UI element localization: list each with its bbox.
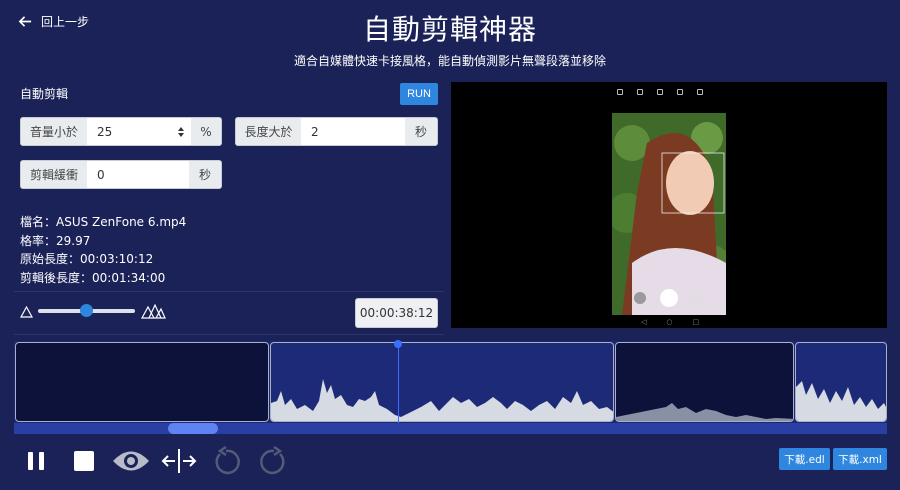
waveform xyxy=(16,343,269,422)
triangles-large-icon xyxy=(141,303,166,319)
split-button[interactable] xyxy=(160,446,198,476)
run-button[interactable]: RUN xyxy=(400,83,438,105)
page-title: 自動剪輯神器 xyxy=(362,13,537,46)
length-unit: 秒 xyxy=(405,118,437,145)
clip-kept[interactable] xyxy=(270,342,614,422)
scrollbar-thumb[interactable] xyxy=(167,423,218,434)
volume-unit: % xyxy=(191,118,221,145)
volume-field: 音量小於 25 % xyxy=(20,117,222,146)
triangle-small-icon xyxy=(20,306,33,318)
spinner-icon[interactable] xyxy=(177,125,185,139)
buffer-field: 剪輯緩衝 0 秒 xyxy=(20,160,222,189)
original-length: 原始長度：00:03:10:12 xyxy=(20,252,154,266)
redo-icon xyxy=(260,446,285,475)
nav-home-icon: ○ xyxy=(666,318,673,326)
framerate: 格率：29.97 xyxy=(20,233,91,248)
beauty-icon xyxy=(697,89,703,95)
video-preview[interactable]: ◁ ○ □ xyxy=(451,82,887,328)
timeline-scrollbar[interactable] xyxy=(14,423,887,434)
buffer-unit: 秒 xyxy=(189,161,221,188)
pause-button[interactable] xyxy=(22,446,50,476)
timecode-display: 00:00:38:12 xyxy=(355,298,438,328)
undo-icon xyxy=(215,446,240,475)
buffer-label: 剪輯緩衝 xyxy=(21,161,87,188)
split-arrows-icon xyxy=(161,449,197,473)
download-edl-button[interactable]: 下載.edl xyxy=(779,448,830,470)
undo-button[interactable] xyxy=(210,446,242,476)
pause-icon xyxy=(28,452,44,470)
length-value: 2 xyxy=(311,124,319,139)
waveform xyxy=(271,379,613,421)
sensitivity-slider[interactable] xyxy=(38,304,135,317)
divider xyxy=(14,291,444,292)
waveform xyxy=(796,381,886,421)
eye-icon xyxy=(113,451,149,471)
divider xyxy=(14,334,444,335)
volume-value: 25 xyxy=(97,124,113,139)
filter-icon xyxy=(657,89,663,95)
volume-label: 音量小於 xyxy=(21,118,87,145)
video-frame xyxy=(612,113,726,315)
camera-mode-icon xyxy=(617,89,623,95)
flash-icon xyxy=(677,89,683,95)
filename: 檔名：ASUS ZenFone 6.mp4 xyxy=(20,215,187,229)
camera-toolbar xyxy=(617,89,703,95)
stop-icon xyxy=(74,451,94,471)
length-field: 長度大於 2 秒 xyxy=(235,117,438,146)
buffer-input[interactable]: 0 xyxy=(87,161,189,188)
stop-button[interactable] xyxy=(70,446,98,476)
clip-removed[interactable] xyxy=(615,342,794,422)
file-info: 檔名：ASUS ZenFone 6.mp4 格率：29.97 原始長度：00:0… xyxy=(20,213,186,287)
buffer-value: 0 xyxy=(97,167,105,182)
waveform xyxy=(616,403,793,421)
page-subtitle: 適合自媒體快速卡接風格，能自動偵測影片無聲段落並移除 xyxy=(293,54,606,68)
gallery-icon xyxy=(637,89,643,95)
nav-back-icon: ◁ xyxy=(641,318,647,326)
clip-kept[interactable] xyxy=(795,342,887,422)
edited-length: 剪輯後長度：00:01:34:00 xyxy=(20,270,166,285)
redo-button[interactable] xyxy=(258,446,290,476)
length-input[interactable]: 2 xyxy=(301,118,405,145)
length-label: 長度大於 xyxy=(236,118,301,145)
phone-nav-bar: ◁ ○ □ xyxy=(641,318,699,326)
preview-button[interactable] xyxy=(111,446,151,476)
volume-input[interactable]: 25 xyxy=(87,118,191,145)
download-xml-button[interactable]: 下載.xml xyxy=(833,448,887,470)
playhead[interactable] xyxy=(398,341,400,423)
auto-cut-label: 自動剪輯 xyxy=(20,87,69,101)
timeline[interactable] xyxy=(14,341,887,423)
clip-removed[interactable] xyxy=(15,342,269,422)
nav-recent-icon: □ xyxy=(692,318,700,326)
slider-thumb[interactable] xyxy=(80,304,93,317)
